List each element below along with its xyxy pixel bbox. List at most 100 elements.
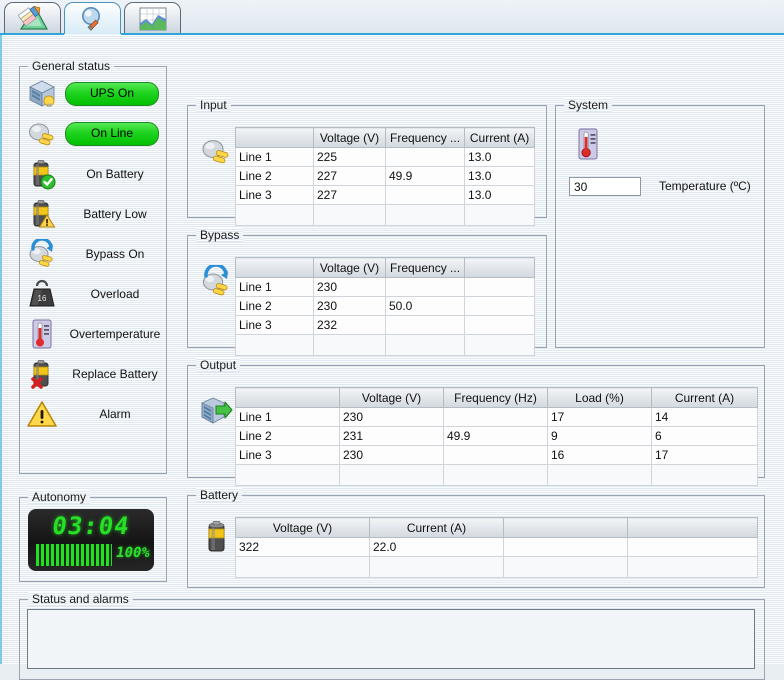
table-row[interactable]: Line 1 230 17 14 bbox=[235, 407, 758, 427]
table-cell bbox=[503, 556, 628, 578]
table-cell: 6 bbox=[651, 426, 758, 446]
table-row[interactable]: Line 3 230 16 17 bbox=[235, 445, 758, 465]
status-alarms-title: Status and alarms bbox=[28, 592, 133, 606]
table-cell bbox=[443, 407, 548, 427]
battery-icon bbox=[201, 519, 231, 555]
battery-title: Battery bbox=[196, 488, 243, 502]
table-cell bbox=[235, 556, 370, 578]
battery-check-icon bbox=[19, 158, 65, 190]
table-cell: 17 bbox=[547, 407, 652, 427]
system-panel: System 30 Temperature (ºC) bbox=[555, 98, 765, 348]
table-cell: 13.0 bbox=[464, 147, 536, 167]
status-pill-on-line[interactable]: On Line bbox=[65, 122, 159, 146]
column-header bbox=[235, 257, 314, 278]
tab-graphs[interactable] bbox=[124, 2, 181, 34]
table-cell: Line 3 bbox=[235, 315, 314, 335]
column-header: Current (A) bbox=[464, 127, 536, 148]
table-row[interactable]: Line 1 230 bbox=[235, 277, 536, 297]
table-cell bbox=[313, 334, 386, 356]
column-header: Current (A) bbox=[651, 387, 758, 408]
table-header-row: Voltage (V) Frequency (Hz) Load (%) Current… bbox=[235, 387, 758, 408]
table-cell: 13.0 bbox=[464, 166, 536, 186]
input-table: Voltage (V) Frequency ... Current (A) Line… bbox=[235, 127, 536, 226]
table-cell: 17 bbox=[651, 445, 758, 465]
table-cell bbox=[627, 556, 758, 578]
table-cell: 227 bbox=[313, 185, 386, 205]
output-arrow-icon bbox=[199, 395, 233, 427]
input-panel: Input Voltage (V) Frequency ... Current … bbox=[187, 98, 547, 226]
table-empty-row bbox=[235, 204, 536, 226]
status-label-bypass-on: Bypass On bbox=[85, 247, 145, 261]
table-cell: Line 3 bbox=[235, 185, 314, 205]
autonomy-percent-value: 100% bbox=[114, 545, 152, 561]
table-cell bbox=[547, 464, 652, 486]
status-row-overload: 16 Overload bbox=[19, 274, 167, 314]
table-cell: Line 1 bbox=[235, 277, 314, 297]
column-header bbox=[464, 257, 536, 278]
table-cell: 13.0 bbox=[464, 185, 536, 205]
status-row-alarm: Alarm bbox=[19, 394, 167, 434]
table-row[interactable]: Line 3 232 bbox=[235, 315, 536, 335]
table-cell: Line 1 bbox=[235, 407, 340, 427]
table-cell: 230 bbox=[313, 296, 386, 316]
tab-configuration[interactable] bbox=[4, 2, 61, 34]
table-cell: 9 bbox=[547, 426, 652, 446]
table-cell bbox=[235, 204, 314, 226]
bypass-panel: Bypass Voltage (V) Frequency ... Line 1 … bbox=[187, 228, 547, 356]
table-row[interactable]: Line 1 225 13.0 bbox=[235, 147, 536, 167]
column-header: Load (%) bbox=[547, 387, 652, 408]
autonomy-lcd-display: 03:04 100% bbox=[28, 509, 154, 571]
column-header bbox=[235, 387, 340, 408]
status-row-battery-low: Battery Low bbox=[19, 194, 167, 234]
status-row-ups-on: UPS On bbox=[19, 74, 167, 114]
table-cell: 49.9 bbox=[443, 426, 548, 446]
table-cell: 232 bbox=[313, 315, 386, 335]
table-empty-row bbox=[235, 464, 758, 486]
server-bulb-icon bbox=[19, 78, 65, 110]
table-empty-row bbox=[235, 334, 536, 356]
status-pill-ups-on[interactable]: UPS On bbox=[65, 82, 159, 106]
table-cell: 49.9 bbox=[384, 166, 466, 186]
thermometer-icon bbox=[19, 318, 65, 350]
table-row[interactable]: 322 22.0 bbox=[235, 537, 758, 557]
table-cell: 50.0 bbox=[384, 296, 466, 316]
input-title: Input bbox=[196, 98, 231, 112]
bypass-plug-icon bbox=[199, 265, 233, 297]
plug-icon bbox=[19, 119, 65, 149]
table-cell: Line 3 bbox=[235, 445, 340, 465]
status-row-on-line: On Line bbox=[19, 114, 167, 154]
table-row[interactable]: Line 2 227 49.9 13.0 bbox=[235, 166, 536, 186]
status-label-overload: Overload bbox=[90, 287, 140, 301]
table-row[interactable]: Line 2 231 49.9 9 6 bbox=[235, 426, 758, 446]
table-cell bbox=[235, 464, 340, 486]
table-cell bbox=[384, 185, 466, 205]
table-cell bbox=[384, 147, 466, 167]
table-empty-row bbox=[235, 556, 758, 578]
table-cell: 22.0 bbox=[369, 537, 504, 557]
battery-panel: Battery Voltage (V) Current (A) 322 22.0 bbox=[187, 488, 765, 588]
temperature-field[interactable]: 30 bbox=[569, 177, 641, 196]
plug-icon bbox=[199, 135, 233, 167]
tab-bar bbox=[0, 0, 784, 35]
table-cell bbox=[464, 296, 536, 316]
column-header: Current (A) bbox=[369, 517, 504, 538]
status-alarms-list[interactable] bbox=[27, 609, 755, 669]
table-row[interactable]: Line 2 230 50.0 bbox=[235, 296, 536, 316]
output-table: Voltage (V) Frequency (Hz) Load (%) Current… bbox=[235, 387, 758, 486]
table-row[interactable]: Line 3 227 13.0 bbox=[235, 185, 536, 205]
battery-cross-icon bbox=[19, 358, 65, 390]
output-title: Output bbox=[196, 358, 241, 372]
table-header-row: Voltage (V) Frequency ... Current (A) bbox=[235, 127, 536, 148]
status-row-on-battery: On Battery bbox=[19, 154, 167, 194]
status-label-alarm: Alarm bbox=[99, 407, 131, 421]
table-cell: 230 bbox=[313, 277, 386, 297]
tab-monitoring[interactable] bbox=[64, 2, 121, 34]
table-cell: Line 2 bbox=[235, 426, 340, 446]
status-label-battery-low: Battery Low bbox=[83, 207, 147, 221]
table-cell bbox=[384, 315, 466, 335]
table-cell bbox=[384, 277, 466, 297]
autonomy-time-value: 03:04 bbox=[50, 512, 132, 540]
general-status-panel: General status UPS On On Line On Battery… bbox=[19, 59, 167, 474]
column-header bbox=[235, 127, 314, 148]
table-cell: Line 2 bbox=[235, 166, 314, 186]
